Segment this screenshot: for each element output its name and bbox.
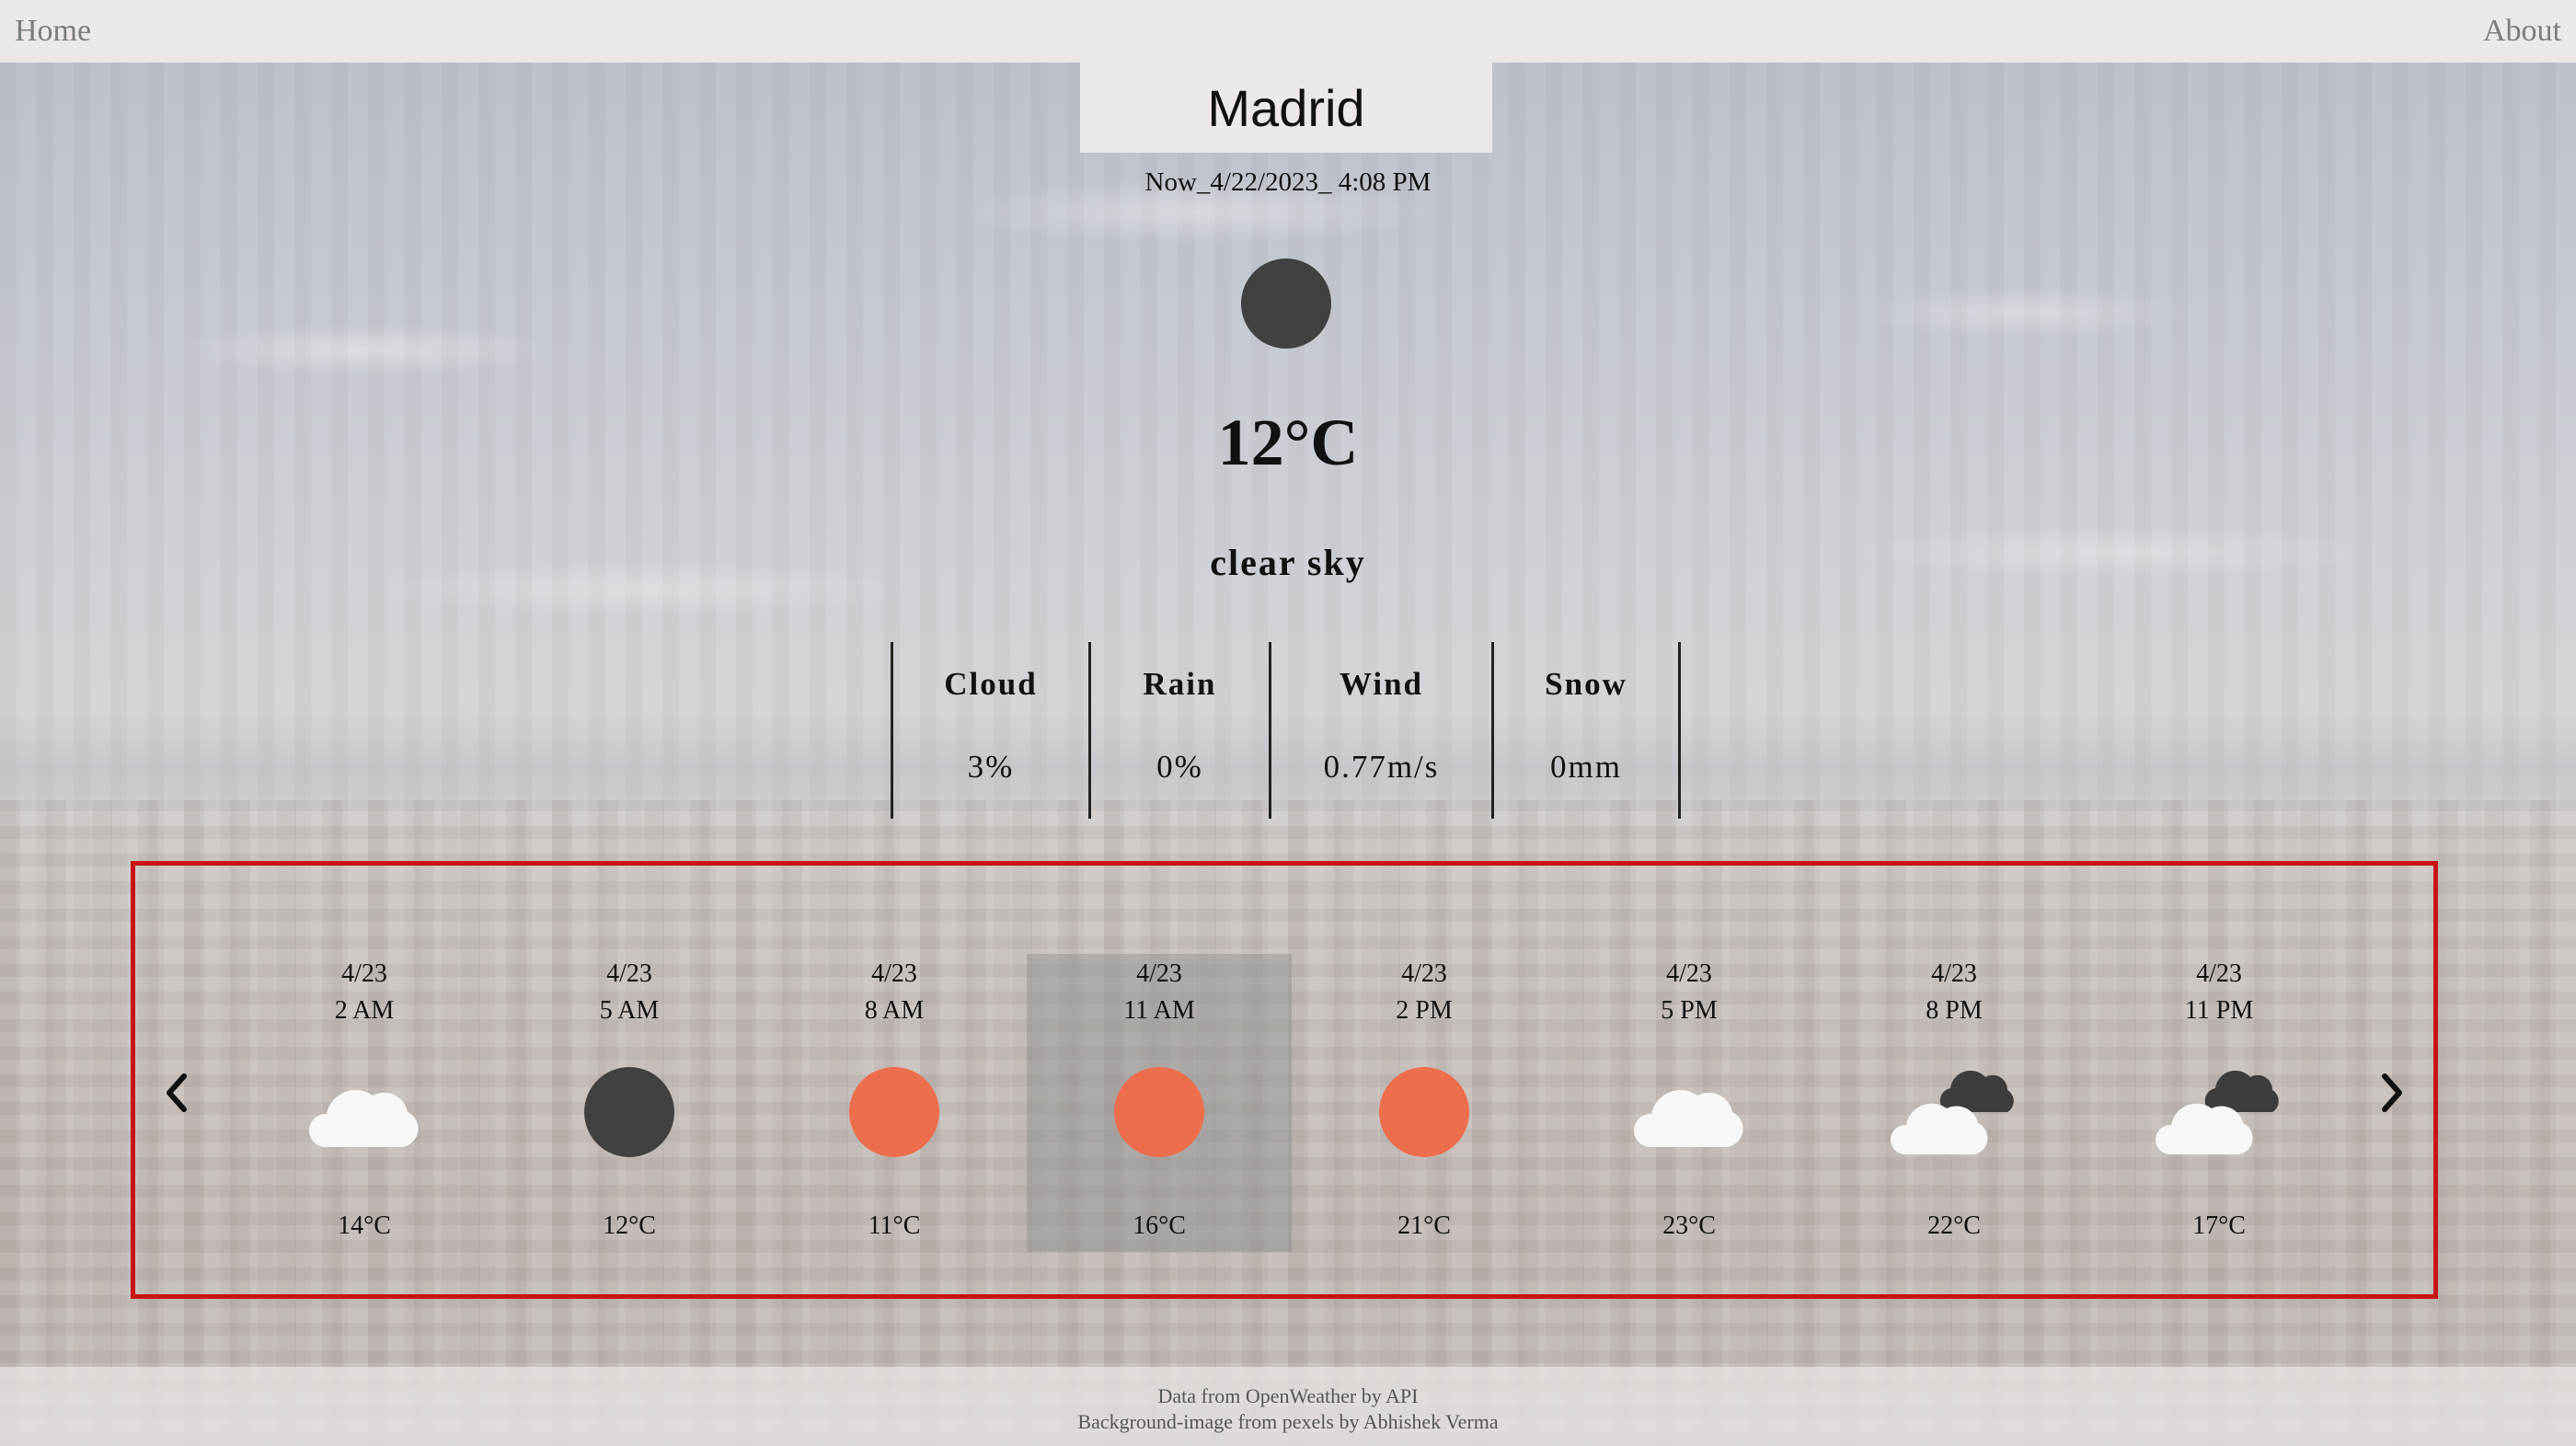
forecast-temp: 22°C [1927,1211,1981,1240]
stat-label: Rain [1143,666,1217,702]
forecast-item[interactable]: 4/23 11 PM 17°C [2087,954,2352,1252]
footer: Data from OpenWeather by API Background-… [0,1367,2576,1446]
forecast-temp: 23°C [1662,1211,1716,1240]
footer-credit-data: Data from OpenWeather by API [1157,1384,1419,1407]
city-title-box: Madrid [1080,63,1492,153]
forecast-item[interactable]: 4/23 5 PM 23°C [1557,954,1822,1252]
forecast-temp: 21°C [1397,1211,1451,1240]
forecast-date: 4/23 [341,959,387,988]
forecast-item[interactable]: 4/23 2 PM 21°C [1292,954,1557,1252]
forecast-time: 11 AM [1123,996,1195,1025]
stat-value: 0.77m/s [1323,749,1440,785]
forecast-temp: 12°C [603,1211,656,1240]
moon-icon [1241,258,1331,349]
forecast-temp: 16°C [1133,1211,1186,1240]
dark-clouds-icon [1890,1070,2014,1154]
forecast-temp: 11°C [868,1211,921,1240]
weather-stats: Cloud 3% Rain 0% Wind 0.77m/s Snow 0mm [891,642,1681,819]
chevron-left-icon [167,1073,187,1112]
sun-icon [1114,1067,1204,1157]
forecast-date: 4/23 [1401,959,1447,988]
forecast-time: 2 PM [1396,996,1453,1025]
footer-credit-image: Background-image from pexels by Abhishek… [1077,1410,1499,1433]
forecast-time: 8 PM [1926,996,1983,1025]
stat-value: 0% [1156,749,1203,785]
forecast-time: 2 AM [334,996,395,1025]
current-temperature: 12°C [1217,406,1359,479]
stat-rain: Rain 0% [1088,642,1269,819]
weather-description: clear sky [1210,542,1366,583]
forecast-item[interactable]: 4/23 5 AM 12°C [497,954,762,1252]
stat-value: 0mm [1550,749,1622,785]
forecast-time: 8 AM [864,996,925,1025]
forecast-time: 11 PM [2184,996,2254,1025]
stat-label: Snow [1545,666,1627,702]
forecast-item[interactable]: 4/23 8 PM 22°C [1822,954,2087,1252]
forecast-date: 4/23 [1136,959,1182,988]
stat-cloud: Cloud 3% [891,642,1088,819]
current-datetime: Now_4/22/2023_ 4:08 PM [1144,167,1432,197]
stat-wind: Wind 0.77m/s [1269,642,1491,819]
forecast-date: 4/23 [1931,959,1977,988]
navbar: Home About [0,0,2576,63]
hourly-forecast: 4/23 2 AM 14°C 4/23 5 AM 12°C 4/23 8 AM … [131,861,2438,1299]
stat-label: Wind [1339,666,1424,702]
chevron-right-icon [2382,1073,2402,1112]
forecast-time: 5 AM [599,996,660,1025]
forecast-item[interactable]: 4/23 2 AM 14°C [232,954,497,1252]
stat-label: Cloud [944,666,1038,702]
sun-icon [849,1067,939,1157]
forecast-date: 4/23 [1666,959,1712,988]
cloud-icon [1633,1090,1743,1147]
dark-clouds-icon [2155,1070,2279,1154]
stat-snow: Snow 0mm [1491,642,1681,819]
sun-icon [1379,1067,1469,1157]
home-link[interactable]: Home [15,14,91,49]
cloud-icon [308,1090,419,1147]
forecast-temp: 14°C [338,1211,391,1240]
forecast-date: 4/23 [2196,959,2242,988]
about-link[interactable]: About [2483,14,2561,49]
next-arrow-button[interactable] [2374,1070,2410,1116]
city-name: Madrid [1207,78,1365,137]
forecast-date: 4/23 [871,959,917,988]
forecast-date: 4/23 [606,959,652,988]
forecast-temp: 17°C [2192,1211,2246,1240]
forecast-item[interactable]: 4/23 8 AM 11°C [762,954,1027,1252]
forecast-item-selected[interactable]: 4/23 11 AM 16°C [1027,954,1292,1252]
stat-value: 3% [967,749,1015,785]
forecast-time: 5 PM [1661,996,1718,1025]
prev-arrow-button[interactable] [158,1070,195,1116]
moon-icon [584,1067,674,1157]
